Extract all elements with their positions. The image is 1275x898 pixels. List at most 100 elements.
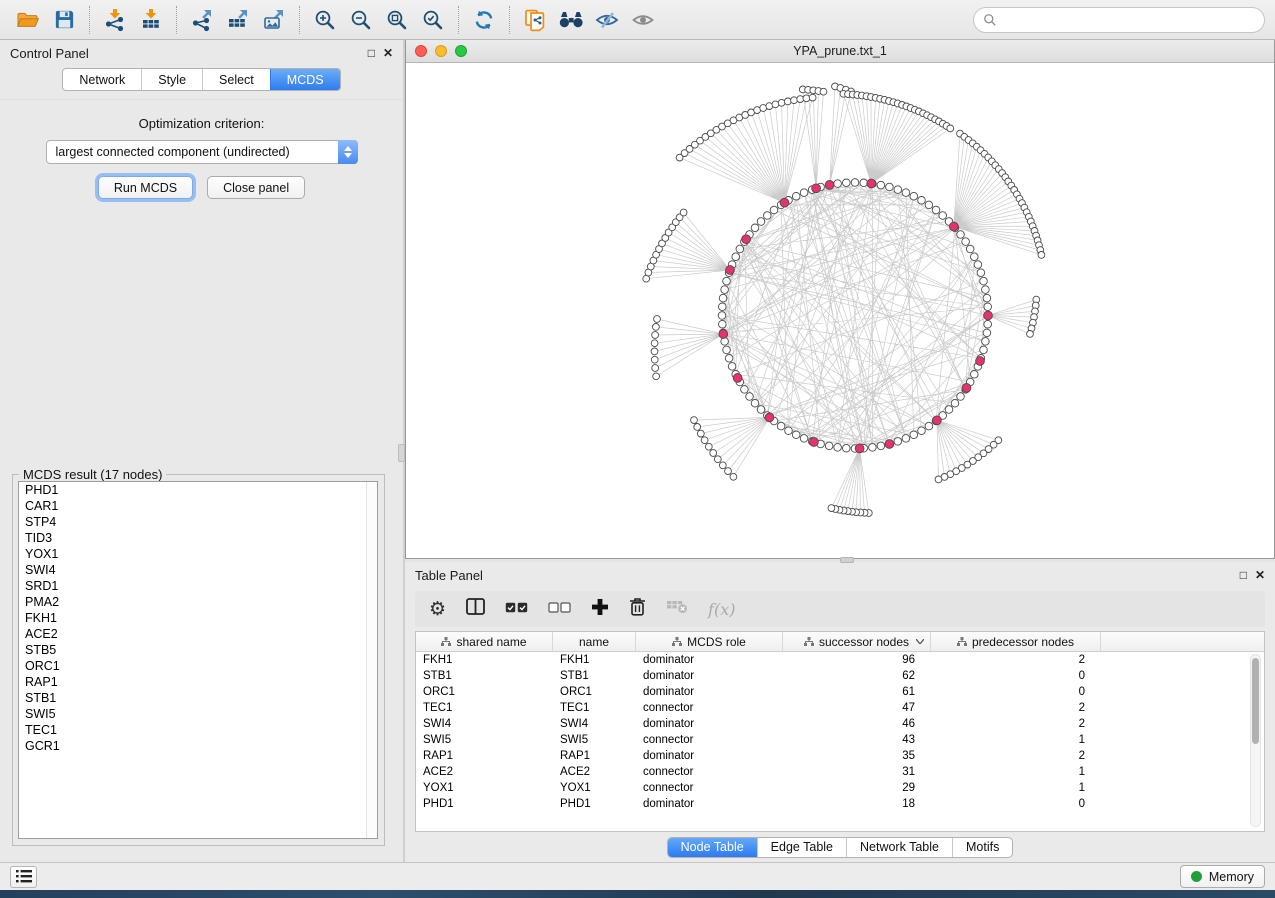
network-node[interactable] [746,393,754,401]
network-node[interactable] [1027,331,1034,338]
network-node[interactable] [851,179,859,187]
mcds-result-item[interactable]: ACE2 [19,626,377,642]
network-node[interactable] [974,261,982,269]
splitter-grip[interactable] [840,557,854,563]
column-header-successor-nodes[interactable]: successor nodes [783,632,931,651]
network-node[interactable] [982,286,990,294]
dominator-node[interactable] [825,181,834,190]
network-node[interactable] [957,393,965,401]
mcds-result-item[interactable]: SWI4 [19,562,377,578]
mcds-result-item[interactable]: SRD1 [19,578,377,594]
dominator-node[interactable] [812,184,821,193]
network-node[interactable] [982,338,990,346]
close-panel-icon[interactable]: ✕ [1255,569,1265,581]
dominator-node[interactable] [867,179,876,188]
network-node[interactable] [719,462,726,469]
network-node[interactable] [721,286,729,294]
mcds-result-item[interactable]: PMA2 [19,594,377,610]
mcds-result-list[interactable]: PHD1CAR1STP4TID3YOX1SWI4SRD1PMA2FKH1ACE2… [18,481,378,839]
network-node[interactable] [803,95,810,102]
network-node[interactable] [651,348,658,355]
save-session-button[interactable] [48,4,80,36]
criterion-dropdown[interactable]: largest connected component (undirected) [46,140,358,164]
network-window-titlebar[interactable]: YPA_prune.txt_1 [406,40,1274,63]
mcds-result-item[interactable]: STB5 [19,642,377,658]
tab-mcds[interactable]: MCDS [270,69,340,90]
tab-edge-table[interactable]: Edge Table [757,838,846,857]
network-node[interactable] [792,431,800,439]
network-node[interactable] [935,476,942,483]
network-node[interactable] [834,444,842,452]
dominator-node[interactable] [780,198,789,207]
dominator-node[interactable] [765,413,774,422]
network-node[interactable] [730,473,737,480]
mcds-result-item[interactable]: ORC1 [19,658,377,674]
mcds-result-item[interactable]: PHD1 [19,482,377,498]
dominator-node[interactable] [976,357,985,366]
select-all-columns-button[interactable] [505,600,528,618]
network-node[interactable] [939,212,947,220]
create-column-button[interactable] [591,598,609,621]
export-network-button[interactable] [186,4,218,36]
network-node[interactable] [736,245,744,253]
network-node[interactable] [902,435,910,443]
network-node[interactable] [910,192,918,200]
table-row[interactable]: ORC1ORC1dominator610 [416,684,1264,700]
hide-selected-button[interactable] [591,4,623,36]
show-all-button[interactable] [555,4,587,36]
network-node[interactable] [751,224,759,232]
network-node[interactable] [777,422,785,430]
table-row[interactable]: RAP1RAP1dominator352 [416,748,1264,764]
network-node[interactable] [945,406,953,414]
network-node[interactable] [1038,252,1045,259]
network-node[interactable] [770,206,778,214]
network-node[interactable] [886,183,894,191]
table-row[interactable]: SWI4SWI4dominator462 [416,716,1264,732]
network-node[interactable] [962,238,970,246]
network-node[interactable] [653,373,660,380]
network-node[interactable] [725,355,733,363]
network-node[interactable] [784,98,791,105]
network-node[interactable] [820,88,827,95]
network-node[interactable] [910,431,918,439]
scrollbar-thumb[interactable] [1252,658,1259,744]
duplicate-network-button[interactable] [519,4,551,36]
network-node[interactable] [800,189,808,197]
network-node[interactable] [719,320,727,328]
refresh-view-button[interactable] [468,4,500,36]
table-row[interactable]: SWI5SWI5connector431 [416,732,1264,748]
network-node[interactable] [966,245,974,253]
network-node[interactable] [652,365,659,372]
network-node[interactable] [843,444,851,452]
search-input[interactable] [1003,13,1255,27]
mcds-result-item[interactable]: RAP1 [19,674,377,690]
chevron-down-icon[interactable] [916,639,924,644]
float-panel-icon[interactable]: □ [1240,569,1247,581]
import-network-button[interactable] [99,4,131,36]
network-node[interactable] [757,406,765,414]
network-node[interactable] [957,231,965,239]
network-node[interactable] [877,181,885,189]
show-task-history-button[interactable] [10,866,37,888]
network-node[interactable] [651,340,658,347]
mcds-result-item[interactable]: CAR1 [19,498,377,514]
dominator-node[interactable] [885,440,894,449]
network-node[interactable] [902,189,910,197]
mcds-result-item[interactable]: GCR1 [19,738,377,754]
network-node[interactable] [751,399,759,407]
dominator-node[interactable] [742,235,751,244]
network-node[interactable] [980,277,988,285]
network-canvas[interactable] [406,63,1274,558]
export-table-button[interactable] [222,4,254,36]
dominator-node[interactable] [962,384,971,393]
dominator-node[interactable] [810,438,819,447]
network-node[interactable] [741,386,749,394]
table-row[interactable]: FKH1FKH1dominator962 [416,652,1264,668]
network-node[interactable] [725,468,732,475]
import-table-button[interactable] [135,4,167,36]
mcds-result-item[interactable]: SWI5 [19,706,377,722]
tab-motifs[interactable]: Motifs [952,838,1012,857]
show-hidden-button[interactable] [627,4,659,36]
dominator-node[interactable] [726,266,735,275]
network-node[interactable] [697,430,704,437]
